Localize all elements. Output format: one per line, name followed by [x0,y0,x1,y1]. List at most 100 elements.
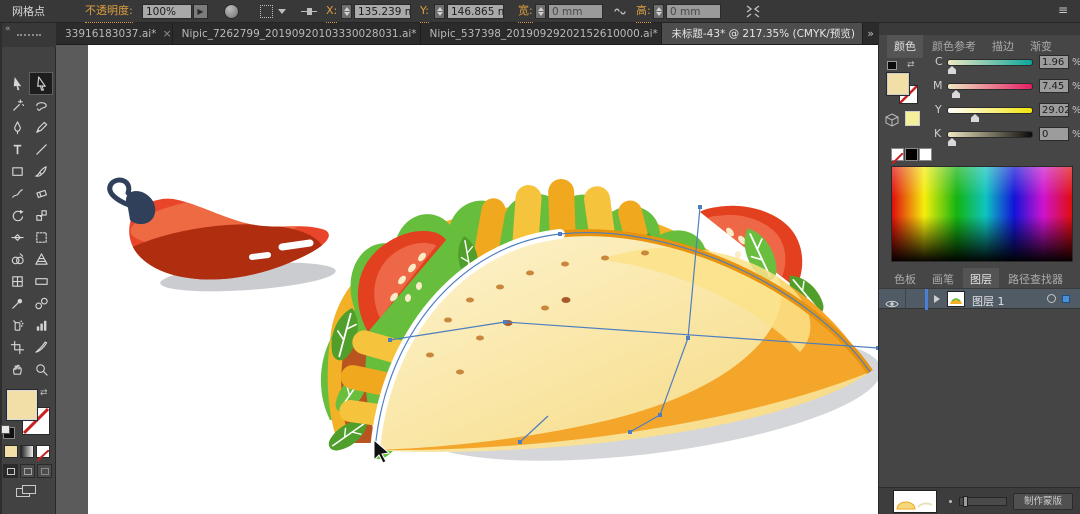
scale-tool[interactable] [30,205,52,226]
x-stepper[interactable] [341,4,352,19]
free-distort-icon[interactable] [745,4,761,19]
draw-normal-button[interactable] [3,464,18,478]
gradient-mode-button[interactable] [20,445,34,458]
height-label[interactable]: 高: [636,0,651,23]
tab-stroke[interactable]: 描边 [985,35,1021,58]
rotate-tool[interactable] [6,205,28,226]
align-icon[interactable] [300,6,318,17]
draw-behind-button[interactable] [20,464,35,478]
chili-pepper-art[interactable] [91,180,337,323]
doc-tab-4-active[interactable]: 未标题-43* @ 217.35% (CMYK/预览)× [662,23,863,44]
blend-tool[interactable] [30,293,52,314]
artboard[interactable] [88,45,878,514]
panel-menu-icon[interactable]: ≡ [1058,3,1068,17]
swap-fill-stroke-icon[interactable]: ⇄ [40,388,48,398]
tab-color-guide[interactable]: 颜色参考 [925,35,983,58]
y-value-field[interactable]: 29.02 [1039,103,1069,117]
m-slider[interactable] [947,83,1033,90]
tools-panel-header[interactable]: « [2,23,56,47]
magic-wand-tool[interactable] [6,95,28,116]
m-slider-thumb[interactable] [952,90,960,98]
fill-proxy[interactable] [887,73,909,95]
mesh-tool[interactable] [6,271,28,292]
height-stepper[interactable] [653,4,664,19]
draw-inside-button[interactable] [37,464,52,478]
k-value-field[interactable]: 0 [1039,127,1069,141]
symbol-sprayer-tool[interactable] [6,315,28,336]
selection-tool[interactable] [6,73,28,94]
none-mode-button[interactable] [36,445,50,458]
slice-tool[interactable] [30,337,52,358]
c-value-field[interactable]: 1.96 [1039,55,1069,69]
opacity-label[interactable]: 不透明度: [85,0,133,23]
y-field[interactable]: 146.865 m [447,4,504,19]
lasso-tool[interactable] [30,95,52,116]
taco-art[interactable] [321,179,878,483]
make-mask-button[interactable]: 制作蒙版 [1013,493,1073,510]
layer-thumbnail[interactable] [947,291,965,307]
direct-selection-tool[interactable] [30,73,52,94]
shape-builder-tool[interactable] [6,249,28,270]
canvas-area[interactable] [56,45,878,514]
mini-default-swatches-icon[interactable] [887,61,897,70]
shaper-tool[interactable] [6,183,28,204]
x-label[interactable]: X: [326,0,337,23]
line-segment-tool[interactable] [30,139,52,160]
eraser-tool[interactable] [30,183,52,204]
width-field[interactable]: 0 mm [548,4,603,19]
width-tool[interactable] [6,227,28,248]
select-similar-icon[interactable] [260,5,273,18]
eyedropper-tool[interactable] [6,293,28,314]
layer-name[interactable]: 图层 1 [972,293,1005,309]
zoom-slider[interactable] [959,497,1007,506]
gradient-tool[interactable] [30,271,52,292]
white-swatch[interactable] [919,148,932,161]
y-slider[interactable] [947,107,1033,114]
color-mode-button[interactable] [4,445,18,458]
link-dimensions-icon[interactable] [612,6,628,17]
screen-mode-button[interactable] [14,484,40,501]
select-similar-arrow-icon[interactable] [278,9,286,14]
artboard-tool[interactable] [6,337,28,358]
k-slider-thumb[interactable] [948,138,956,146]
navigator-thumbnail[interactable] [893,490,937,513]
color-spectrum[interactable] [891,166,1073,262]
swap-colors-icon[interactable]: ⇄ [907,60,915,70]
collapse-icon[interactable]: « [5,24,11,34]
column-graph-tool[interactable] [30,315,52,336]
black-swatch[interactable] [905,148,918,161]
layer-target-icon[interactable] [1047,294,1056,303]
zoom-out-dot-icon[interactable] [949,500,952,503]
height-field[interactable]: 0 mm [666,4,721,19]
tab-color[interactable]: 颜色 [887,35,923,58]
hand-tool[interactable] [6,359,28,380]
tab-overflow-icon[interactable]: » [863,23,878,44]
y-slider-thumb[interactable] [971,114,979,122]
zoom-slider-thumb[interactable] [963,496,968,507]
y-stepper[interactable] [434,4,445,19]
pencil-tool[interactable] [30,117,52,138]
free-transform-tool[interactable] [30,227,52,248]
opacity-field[interactable]: 100% [142,4,192,19]
3d-cube-icon[interactable] [885,113,899,127]
doc-tab-1[interactable]: 33916183037.ai*× [56,23,173,44]
doc-tab-3[interactable]: Nipic_537398_20190929202152610000.ai*× [421,23,663,44]
default-fill-stroke-icon[interactable] [3,427,15,439]
layers-list-empty[interactable] [879,310,1080,487]
zoom-tool[interactable] [30,359,52,380]
y-label[interactable]: Y: [420,0,429,23]
last-color-swatch[interactable] [905,111,920,126]
m-value-field[interactable]: 7.45 [1039,79,1069,93]
rectangle-tool[interactable] [6,161,28,182]
close-icon[interactable]: × [162,27,171,40]
recolor-artwork-icon[interactable] [224,4,239,19]
layer-row[interactable]: 图层 1 [879,288,1080,309]
perspective-grid-tool[interactable] [30,249,52,270]
c-slider[interactable] [947,59,1033,66]
pen-tool[interactable] [6,117,28,138]
paintbrush-tool[interactable] [30,161,52,182]
type-tool[interactable] [6,139,28,160]
width-label[interactable]: 宽: [518,0,533,23]
none-swatch[interactable] [891,148,904,161]
opacity-dropdown-icon[interactable]: ▶ [193,4,208,19]
